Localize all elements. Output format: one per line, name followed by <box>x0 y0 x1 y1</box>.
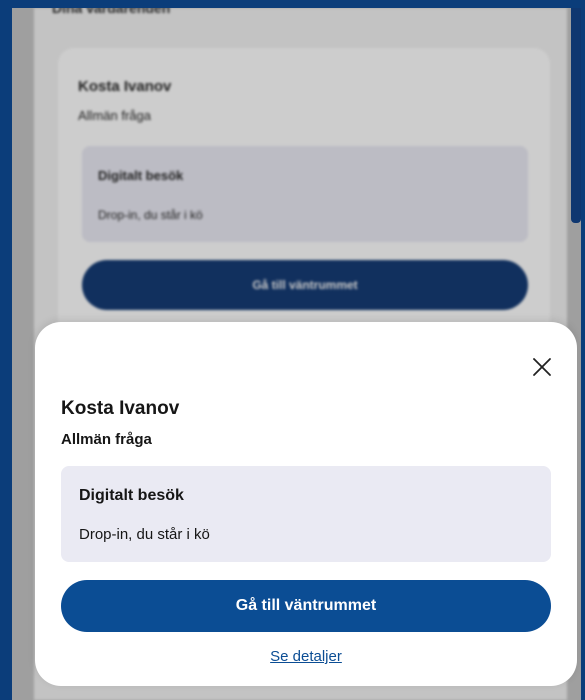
background-info-box <box>82 146 528 242</box>
background-page-title: Dina vårdärenden <box>52 8 171 16</box>
go-to-waiting-room-button[interactable]: Gå till väntrummet <box>61 580 551 632</box>
device-frame: Dina vårdärenden Kosta Ivanov Allmän frå… <box>0 0 585 700</box>
background-card-subtitle: Allmän fråga <box>78 108 151 123</box>
case-type: Allmän fråga <box>61 431 152 448</box>
close-button[interactable] <box>527 352 557 382</box>
bottom-sheet: Kosta Ivanov Allmän fråga Digitalt besök… <box>35 322 577 686</box>
see-details-link[interactable]: Se detaljer <box>35 648 577 665</box>
background-info-title: Digitalt besök <box>98 168 184 183</box>
frame-border-left <box>0 0 12 700</box>
patient-name: Kosta Ivanov <box>61 398 180 419</box>
visit-type-title: Digitalt besök <box>79 487 184 504</box>
scrollbar[interactable] <box>571 8 581 223</box>
visit-info-box: Digitalt besök Drop-in, du står i kö <box>61 466 551 562</box>
frame-border-top <box>0 0 585 8</box>
app-screen: Dina vårdärenden Kosta Ivanov Allmän frå… <box>12 8 581 700</box>
close-icon <box>533 358 551 376</box>
background-info-text: Drop-in, du står i kö <box>98 208 203 222</box>
background-card-name: Kosta Ivanov <box>78 78 172 95</box>
frame-border-right <box>581 0 585 700</box>
visit-status-text: Drop-in, du står i kö <box>79 526 210 543</box>
background-waiting-room-button: Gå till väntrummet <box>82 260 528 310</box>
